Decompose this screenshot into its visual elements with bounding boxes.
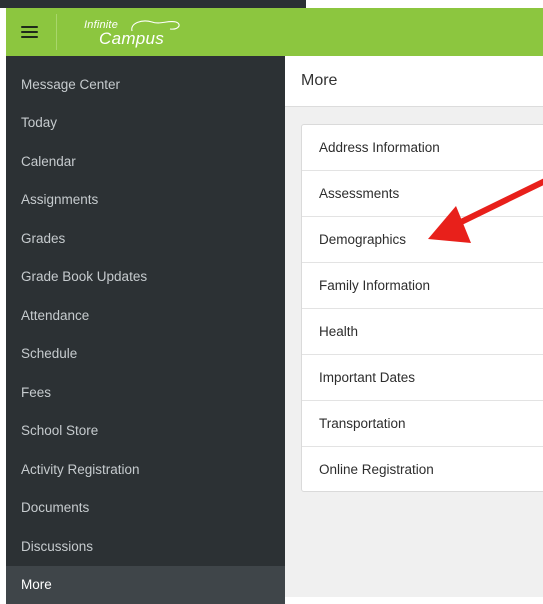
sidebar-item-activity-registration[interactable]: Activity Registration — [6, 451, 285, 489]
logo-text-bottom: Campus — [99, 29, 165, 48]
main-content: More Address Information Assessments Dem… — [285, 56, 543, 597]
sidebar-item-attendance[interactable]: Attendance — [6, 297, 285, 335]
app-header: Infinite Campus — [6, 8, 543, 56]
list-item-transportation[interactable]: Transportation — [302, 401, 543, 447]
sidebar-item-grades[interactable]: Grades — [6, 220, 285, 258]
sidebar-item-discussions[interactable]: Discussions — [6, 528, 285, 566]
top-strip — [0, 0, 306, 8]
sidebar-item-schedule[interactable]: Schedule — [6, 335, 285, 373]
sidebar-item-assignments[interactable]: Assignments — [6, 181, 285, 219]
list-item-assessments[interactable]: Assessments — [302, 171, 543, 217]
sidebar-item-message-center[interactable]: Message Center — [6, 66, 285, 104]
menu-button[interactable] — [6, 8, 52, 56]
more-options-list: Address Information Assessments Demograp… — [301, 124, 543, 492]
sidebar-item-grade-book-updates[interactable]: Grade Book Updates — [6, 258, 285, 296]
list-item-demographics[interactable]: Demographics — [302, 217, 543, 263]
sidebar-item-calendar[interactable]: Calendar — [6, 143, 285, 181]
list-item-family-information[interactable]: Family Information — [302, 263, 543, 309]
hamburger-menu-icon — [20, 25, 38, 39]
page-title-bar: More — [285, 56, 543, 107]
infinite-campus-logo[interactable]: Infinite Campus — [79, 16, 189, 50]
header-divider — [56, 14, 57, 50]
sidebar-item-school-store[interactable]: School Store — [6, 412, 285, 450]
list-item-important-dates[interactable]: Important Dates — [302, 355, 543, 401]
sidebar-item-documents[interactable]: Documents — [6, 489, 285, 527]
sidebar-item-today[interactable]: Today — [6, 104, 285, 142]
sidebar-item-fees[interactable]: Fees — [6, 374, 285, 412]
list-item-online-registration[interactable]: Online Registration — [302, 447, 543, 493]
sidebar-item-more[interactable]: More — [6, 566, 285, 604]
list-item-health[interactable]: Health — [302, 309, 543, 355]
list-item-address-information[interactable]: Address Information — [302, 125, 543, 171]
sidebar-nav: Message Center Today Calendar Assignment… — [6, 56, 285, 604]
page-title: More — [301, 72, 338, 89]
